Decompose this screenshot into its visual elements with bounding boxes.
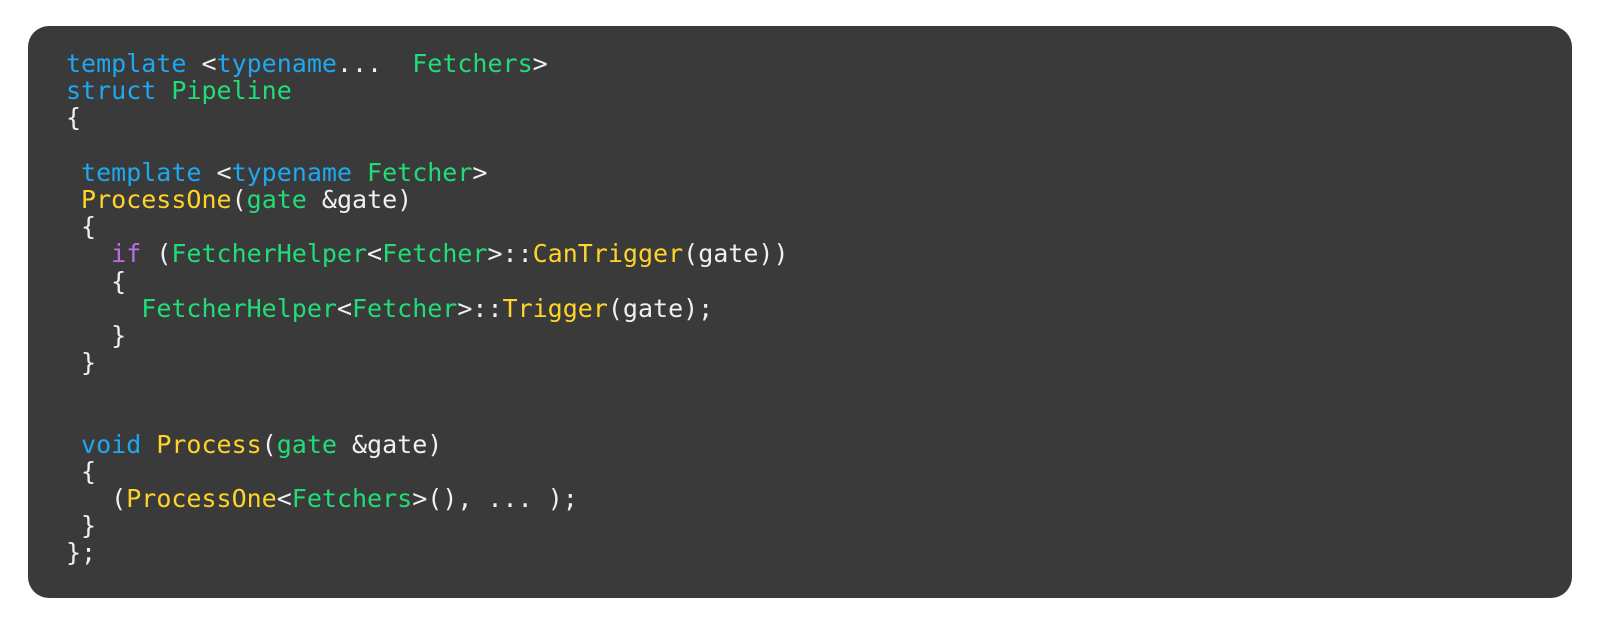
code-line: template <typename Fetcher> <box>28 159 1572 186</box>
code-token: > <box>532 49 548 78</box>
code-token: ( <box>261 429 277 459</box>
code-token: Pipeline <box>171 76 292 106</box>
code-line: ProcessOne(gate &gate) <box>28 186 1572 213</box>
code-line: { <box>28 213 1572 240</box>
code-line: { <box>28 458 1572 485</box>
code-line: (ProcessOne<Fetchers>(), ... ); <box>28 485 1572 512</box>
code-token: Fetcher <box>382 239 488 269</box>
code-line: FetcherHelper<Fetcher>::Trigger(gate); <box>28 295 1572 322</box>
code-token: Fetchers <box>291 484 413 513</box>
code-token: < <box>201 49 217 78</box>
code-line: template <typename... Fetchers> <box>28 50 1572 77</box>
code-token: { <box>66 456 97 486</box>
code-token: > <box>472 157 488 187</box>
code-token: } <box>66 511 97 541</box>
code-token: ( <box>66 484 127 513</box>
code-token: >:: <box>487 239 533 269</box>
code-token: ( <box>141 239 172 269</box>
code-token: < <box>276 484 292 513</box>
code-token: } <box>66 348 97 378</box>
code-line: } <box>28 349 1572 376</box>
code-snippet-card: template <typename... Fetchers> struct Pi… <box>28 26 1572 598</box>
code-token: Fetcher <box>367 157 473 187</box>
code-block[interactable]: template <typename... Fetchers> struct Pi… <box>28 50 1572 567</box>
code-line: struct Pipeline <box>28 77 1572 104</box>
code-line: } <box>28 322 1572 349</box>
code-token: CanTrigger <box>532 239 684 269</box>
code-token: ( <box>231 184 247 214</box>
code-token: gate <box>246 184 307 214</box>
code-token: if <box>111 239 142 269</box>
code-line: { <box>28 104 1572 131</box>
code-token: (gate); <box>607 293 714 323</box>
code-token: &gate) <box>306 184 413 214</box>
code-lines-container: template <typename... Fetchers> struct Pi… <box>28 50 1572 567</box>
code-token: FetcherHelper <box>171 239 368 269</box>
code-line: void Process(gate &gate) <box>28 431 1572 458</box>
code-token: void <box>66 429 157 459</box>
code-token: gate <box>276 429 337 459</box>
code-token: &gate) <box>336 429 443 459</box>
code-token: { <box>66 103 82 133</box>
code-token: Trigger <box>502 293 608 323</box>
code-token: (gate)) <box>683 239 789 269</box>
code-token: Fetcher <box>352 293 458 323</box>
code-token: } <box>66 320 127 350</box>
code-line: } <box>28 512 1572 539</box>
code-line: if (FetcherHelper<Fetcher>::CanTrigger(g… <box>28 240 1572 267</box>
code-token: >(), <box>412 484 488 513</box>
code-token: Fetchers <box>397 49 533 78</box>
code-token: template <box>66 49 202 78</box>
code-line: { <box>28 266 1572 296</box>
code-token: ProcessOne <box>66 184 232 214</box>
code-token: < <box>367 239 383 269</box>
code-token: typename <box>231 157 368 187</box>
code-line: }; <box>28 539 1572 566</box>
code-token: ProcessOne <box>126 484 277 513</box>
code-token: < <box>336 293 352 323</box>
code-token: FetcherHelper <box>141 293 337 323</box>
code-token: { <box>66 212 97 242</box>
code-token: < <box>216 157 232 187</box>
code-token: template <box>66 157 217 187</box>
code-token: ... <box>336 49 398 78</box>
code-token: { <box>66 266 127 296</box>
code-token: typename <box>216 49 337 78</box>
code-token: >:: <box>457 293 503 323</box>
code-token: }; <box>66 538 97 568</box>
code-token: Process <box>156 429 262 459</box>
code-token: struct <box>66 76 172 106</box>
code-token: ... ); <box>487 484 578 513</box>
